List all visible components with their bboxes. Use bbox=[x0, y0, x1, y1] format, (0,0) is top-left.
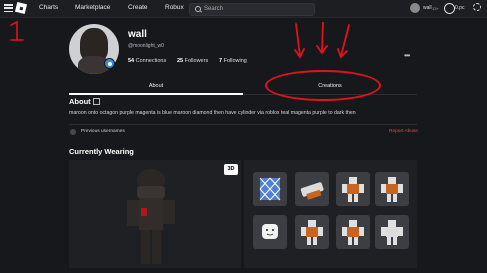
item-tile[interactable] bbox=[375, 172, 409, 206]
item-tile[interactable] bbox=[336, 215, 370, 249]
nav-create[interactable]: Create bbox=[128, 4, 148, 11]
previous-usernames-link[interactable]: Previous usernames bbox=[81, 129, 125, 134]
tab-about[interactable]: About bbox=[69, 83, 243, 89]
item-tile[interactable] bbox=[295, 215, 329, 249]
nav-marketplace[interactable]: Marketplace bbox=[75, 4, 110, 11]
nav-robux[interactable]: Robux bbox=[165, 4, 184, 11]
menu-hamburger-icon[interactable] bbox=[4, 4, 13, 13]
user-avatar-thumbnail[interactable] bbox=[410, 3, 420, 13]
about-description: maroon onto octagon purple magenta is bl… bbox=[69, 110, 356, 116]
about-heading: About bbox=[69, 97, 91, 106]
annotation-red-arrows bbox=[294, 22, 350, 59]
about-divider bbox=[69, 124, 417, 125]
history-icon bbox=[70, 129, 76, 135]
item-tile[interactable] bbox=[375, 215, 409, 249]
age-badge: 13+ bbox=[432, 5, 439, 11]
profile-username: @moonlight_w0 bbox=[128, 43, 164, 49]
report-abuse-link[interactable]: Report Abuse bbox=[389, 129, 418, 134]
edit-about-icon[interactable] bbox=[93, 98, 100, 105]
avatar-3d-preview[interactable] bbox=[69, 160, 241, 268]
search-placeholder: Search bbox=[204, 6, 224, 12]
followers-stat[interactable]: 25 Followers bbox=[177, 58, 208, 64]
verified-badge-icon bbox=[104, 58, 115, 69]
nav-username[interactable]: wall bbox=[423, 5, 432, 11]
search-icon bbox=[195, 6, 201, 12]
connections-stat[interactable]: 54 Connections bbox=[128, 58, 166, 64]
item-tile[interactable] bbox=[253, 172, 287, 206]
search-input[interactable]: Search bbox=[189, 3, 315, 16]
item-tile[interactable] bbox=[336, 172, 370, 206]
active-tab-indicator bbox=[69, 93, 243, 95]
currently-wearing-heading: Currently Wearing bbox=[69, 147, 134, 156]
item-tile[interactable] bbox=[253, 215, 287, 249]
annotation-number-one bbox=[10, 20, 24, 41]
more-options-icon[interactable]: ••• bbox=[404, 51, 410, 60]
view-3d-button[interactable]: 3D bbox=[224, 164, 238, 175]
robux-balance[interactable]: 0.pc bbox=[455, 5, 464, 11]
profile-display-name: wall bbox=[128, 29, 147, 40]
item-tile[interactable] bbox=[295, 172, 329, 206]
settings-gear-icon[interactable] bbox=[473, 3, 481, 11]
robux-icon[interactable] bbox=[444, 3, 455, 14]
nav-charts[interactable]: Charts bbox=[39, 4, 58, 11]
annotation-red-ellipse bbox=[265, 70, 381, 101]
wearing-items-grid bbox=[244, 160, 417, 268]
following-stat[interactable]: 7 Following bbox=[219, 58, 247, 64]
